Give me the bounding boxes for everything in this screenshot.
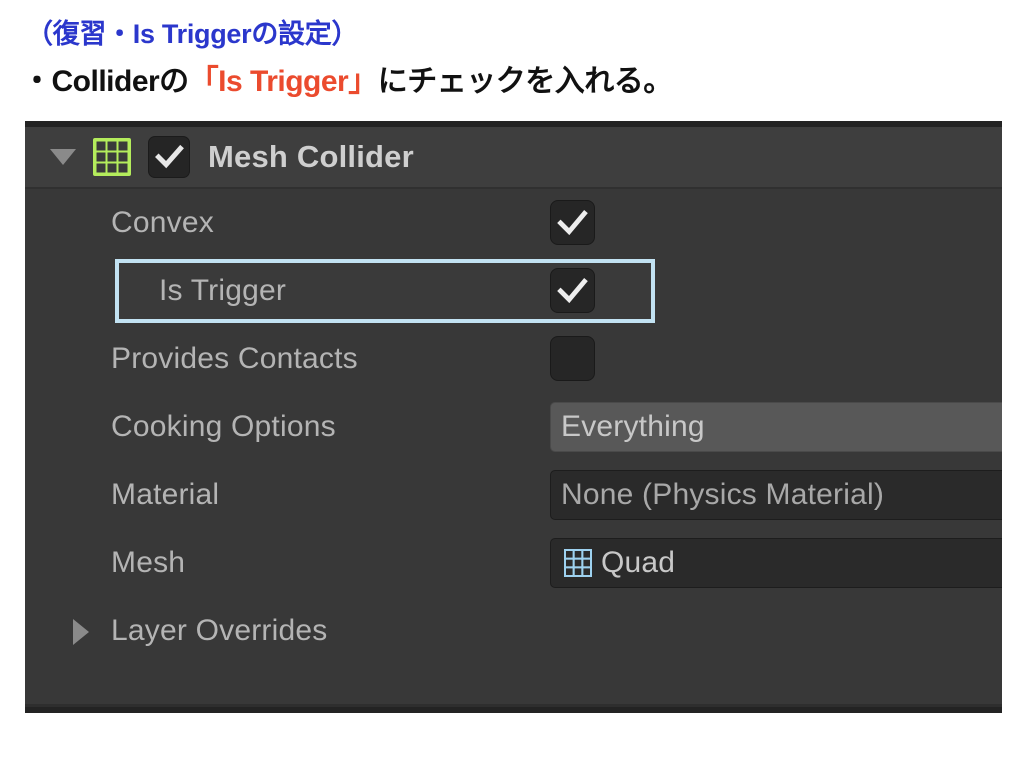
material-object-field[interactable]: None (Physics Material) bbox=[550, 470, 1002, 520]
bullet-prefix: ・Colliderの bbox=[22, 65, 189, 98]
property-label: Material bbox=[111, 478, 220, 511]
property-row-layer-overrides[interactable]: Layer Overrides bbox=[25, 597, 1002, 665]
triangle-right-icon[interactable] bbox=[73, 619, 89, 645]
property-row-is-trigger[interactable]: Is Trigger bbox=[25, 257, 1002, 325]
triangle-down-icon[interactable] bbox=[50, 149, 76, 165]
property-row-material[interactable]: Material None (Physics Material) bbox=[25, 461, 1002, 529]
cooking-options-dropdown[interactable]: Everything bbox=[550, 402, 1002, 452]
unity-inspector-panel: Mesh Collider Convex Is Trigger Provides… bbox=[25, 121, 1002, 713]
bullet-suffix: にチェックを入れる。 bbox=[377, 65, 674, 98]
slide-title: （復習・Is Triggerの設定） bbox=[26, 19, 359, 49]
property-label: Mesh bbox=[111, 546, 186, 579]
cooking-options-value: Everything bbox=[561, 410, 705, 443]
check-icon bbox=[557, 210, 588, 236]
property-row-cooking-options[interactable]: Cooking Options Everything bbox=[25, 393, 1002, 461]
property-label: Provides Contacts bbox=[111, 342, 358, 375]
slide-caption: （復習・Is Triggerの設定） ・Colliderの「Is Trigger… bbox=[0, 0, 1024, 120]
property-label: Is Trigger bbox=[159, 274, 287, 307]
property-row-mesh[interactable]: Mesh Quad bbox=[25, 529, 1002, 597]
property-label: Layer Overrides bbox=[111, 614, 328, 647]
property-label: Convex bbox=[111, 206, 214, 239]
provides-contacts-checkbox[interactable] bbox=[550, 336, 595, 381]
property-row-convex[interactable]: Convex bbox=[25, 189, 1002, 257]
property-label: Cooking Options bbox=[111, 410, 336, 443]
slide-bullet: ・Colliderの「Is Trigger」にチェックを入れる。 bbox=[22, 56, 673, 100]
component-enabled-checkbox[interactable] bbox=[148, 136, 190, 178]
is-trigger-checkbox[interactable] bbox=[550, 268, 595, 313]
mesh-value: Quad bbox=[601, 546, 676, 579]
component-header-mesh-collider[interactable]: Mesh Collider bbox=[25, 127, 1002, 189]
material-value: None (Physics Material) bbox=[561, 478, 885, 511]
mesh-collider-icon bbox=[93, 138, 131, 176]
check-icon bbox=[557, 278, 588, 304]
component-title: Mesh Collider bbox=[208, 139, 414, 174]
property-row-provides-contacts[interactable]: Provides Contacts bbox=[25, 325, 1002, 393]
convex-checkbox[interactable] bbox=[550, 200, 595, 245]
panel-bottom-divider bbox=[25, 704, 1002, 713]
mesh-asset-icon bbox=[564, 549, 592, 577]
mesh-object-field[interactable]: Quad bbox=[550, 538, 1002, 588]
check-icon bbox=[155, 144, 184, 169]
bullet-accent: 「Is Trigger」 bbox=[188, 65, 379, 98]
property-rows: Convex Is Trigger Provides Contacts Cook… bbox=[25, 189, 1002, 665]
